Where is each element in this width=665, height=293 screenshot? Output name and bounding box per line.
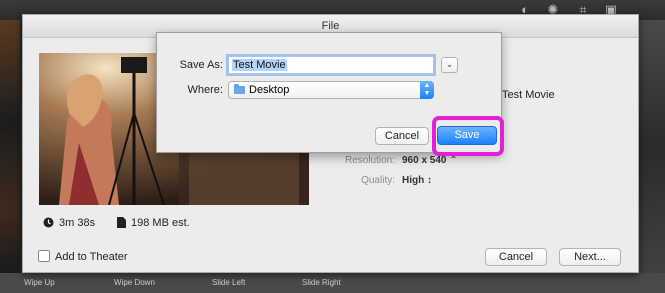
title-value: Test Movie bbox=[502, 89, 555, 101]
resolution-value[interactable]: 960 x 540 ⌃ bbox=[402, 155, 458, 166]
transition-item[interactable]: Slide Left bbox=[212, 278, 245, 287]
transition-item[interactable]: Wipe Down bbox=[114, 278, 155, 287]
cancel-button[interactable]: Cancel bbox=[485, 248, 547, 266]
where-value: Desktop bbox=[249, 84, 290, 96]
popup-arrows-icon: ▲ ▼ bbox=[420, 81, 434, 99]
save-cancel-button[interactable]: Cancel bbox=[375, 127, 429, 145]
app-viewer-strip bbox=[639, 20, 665, 273]
resolution-label: Resolution: bbox=[344, 155, 395, 166]
add-to-theater-checkbox[interactable] bbox=[38, 250, 50, 262]
popup-arrows-icon: ↕ bbox=[427, 175, 432, 186]
next-button[interactable]: Next... bbox=[559, 248, 621, 266]
duration-value: 3m 38s bbox=[59, 217, 96, 229]
file-icon bbox=[117, 217, 126, 232]
quality-popup[interactable]: High ↕ bbox=[402, 175, 432, 186]
size-info: 198 MB est. bbox=[117, 216, 190, 232]
save-button[interactable]: Save bbox=[437, 126, 497, 145]
chevron-down-icon: ⌄ bbox=[445, 59, 454, 69]
clock-icon bbox=[43, 217, 54, 232]
where-label: Where: bbox=[187, 84, 223, 96]
size-value: 198 MB est. bbox=[131, 217, 190, 229]
save-as-label: Save As: bbox=[179, 59, 223, 71]
add-to-theater-label: Add to Theater bbox=[55, 251, 128, 263]
duration-info: 3m 38s bbox=[43, 216, 95, 232]
save-as-field[interactable]: Test Movie bbox=[228, 56, 434, 74]
save-as-value: Test Movie bbox=[232, 59, 287, 71]
add-to-theater-option[interactable]: Add to Theater bbox=[38, 250, 128, 263]
where-popup[interactable]: Desktop ▲ ▼ bbox=[228, 81, 434, 99]
quality-label: Quality: bbox=[361, 175, 395, 186]
app-browser-strip bbox=[0, 20, 20, 273]
transition-item[interactable]: Slide Right bbox=[302, 278, 341, 287]
expand-dialog-button[interactable]: ⌄ bbox=[441, 57, 458, 73]
transition-item[interactable]: Wipe Up bbox=[24, 278, 55, 287]
folder-icon bbox=[234, 84, 245, 94]
